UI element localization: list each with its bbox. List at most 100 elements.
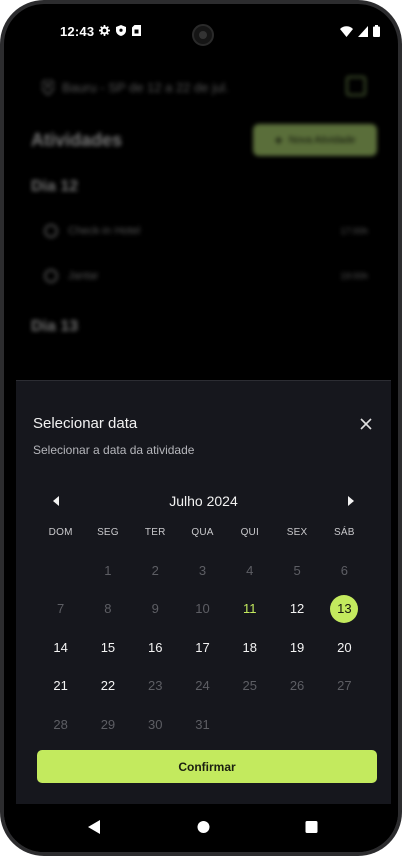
month-navigation: Julho 2024 [46,491,361,511]
calendar-day[interactable]: 15 [94,633,122,661]
calendar-day: 31 [195,716,210,732]
status-icons-left [99,25,141,36]
sim-card-icon [132,25,141,36]
calendar-icon [346,76,366,96]
calendar-cell: 8 [84,590,131,629]
status-icons-right [340,25,380,37]
calendar-cell: 7 [37,590,84,629]
confirm-button[interactable]: Confirmar [37,750,377,783]
screen: 12:43 Bauru - SP de 12 a 22 de jul. Ativ… [4,4,398,852]
calendar-cell: 6 [321,551,368,590]
chevron-left-icon [52,496,59,506]
calendar-day[interactable]: 14 [47,633,75,661]
location-pin-icon [42,80,54,95]
selected-day[interactable]: 13 [330,594,359,623]
calendar-cell: 21 [37,667,84,706]
battery-icon [373,25,380,37]
activity-item: Jantar 19:00h [44,269,368,283]
close-icon[interactable] [359,417,373,431]
checkbox-circle-icon [44,269,58,283]
calendar-day: 24 [195,678,210,694]
weekday-label: QUA [191,527,214,538]
new-activity-label: Nova Atividade [288,134,356,146]
status-bar: 12:43 [4,4,398,52]
shield-icon [116,25,126,36]
calendar-day: 25 [242,678,258,694]
previous-month-button[interactable] [46,491,66,511]
recents-icon[interactable] [305,820,318,834]
calendar-day: 10 [195,601,210,617]
activity-name: Check-in Hotel [68,225,141,237]
calendar-day: 3 [198,562,207,578]
calendar-day: 2 [151,562,159,578]
front-camera [192,24,214,46]
calendar-day: 1 [104,562,112,578]
status-time: 12:43 [60,24,95,39]
calendar-cell: 20 [321,628,368,667]
calendar-cell: 24 [179,667,226,706]
back-icon[interactable] [88,820,100,834]
weekday-header: DOM SEG TER QUA QUI SEX SÁB [37,527,368,538]
calendar-day[interactable]: 12 [283,595,311,623]
day-13-heading: Dia 13 [31,318,79,335]
activity-name: Jantar [68,270,99,282]
next-month-button[interactable] [341,491,361,511]
calendar-cell: 2 [132,551,179,590]
calendar-cell: 17 [179,628,226,667]
sheet-title: Selecionar data [33,415,138,432]
calendar-cell: 1 [84,551,131,590]
weekday-label: DOM [48,527,73,538]
navigation-bar [4,804,398,852]
calendar-day: 4 [246,562,254,578]
calendar-cell: 11 [226,590,273,629]
weekday-label: SEG [97,527,119,538]
calendar-day[interactable]: 19 [283,633,311,661]
month-label: Julho 2024 [169,493,238,509]
calendar-day: 26 [289,678,305,694]
calendar-cell: 16 [132,628,179,667]
calendar-cell: 28 [37,705,84,744]
plus-icon: + [274,132,283,148]
home-icon[interactable] [197,820,210,834]
wifi-icon [340,25,353,37]
calendar-day: 5 [293,562,301,578]
calendar-day[interactable]: 17 [188,633,216,661]
date-picker-sheet: Selecionar data Selecionar a data da ati… [16,380,391,808]
calendar-day[interactable]: 20 [330,633,358,661]
calendar-day: 28 [53,716,68,732]
calendar-cell: 23 [132,667,179,706]
phone-frame: 12:43 Bauru - SP de 12 a 22 de jul. Ativ… [0,0,402,856]
calendar-day: 23 [147,678,163,694]
calendar-day: 27 [337,678,352,694]
calendar-cell: 10 [179,590,226,629]
calendar-cell: 31 [179,705,226,744]
calendar-day[interactable]: 21 [47,672,75,700]
weekday-label: SÁB [334,527,355,538]
weekday-label: TER [144,527,166,538]
calendar-cell: 19 [273,628,320,667]
calendar-cell: 15 [84,628,131,667]
calendar-cell: 22 [84,667,131,706]
calendar-cell: 25 [226,667,273,706]
calendar-cell: 9 [132,590,179,629]
background-app: Bauru - SP de 12 a 22 de jul. Atividades… [4,54,398,384]
calendar-day[interactable]: 22 [94,672,122,700]
calendar-cell: 4 [226,551,273,590]
weekday-label: SEX [286,527,308,538]
calendar-cell: 29 [84,705,131,744]
sheet-subtitle: Selecionar a data da atividade [33,443,195,457]
calendar-day[interactable]: 11 [236,595,264,623]
chevron-right-icon [348,496,355,506]
trip-location-text: Bauru - SP de 12 a 22 de jul. [62,80,229,95]
calendar-day: 6 [340,562,348,578]
activity-time: 17:00h [340,226,368,236]
calendar-day[interactable]: 18 [236,633,264,661]
calendar-cell: 30 [132,705,179,744]
calendar-cell: 3 [179,551,226,590]
calendar-day[interactable]: 16 [141,633,169,661]
calendar-cell: 18 [226,628,273,667]
calendar-day: 8 [104,601,112,617]
calendar-cell: 27 [321,667,368,706]
calendar-cell: 12 [273,590,320,629]
activities-title: Atividades [31,130,123,150]
